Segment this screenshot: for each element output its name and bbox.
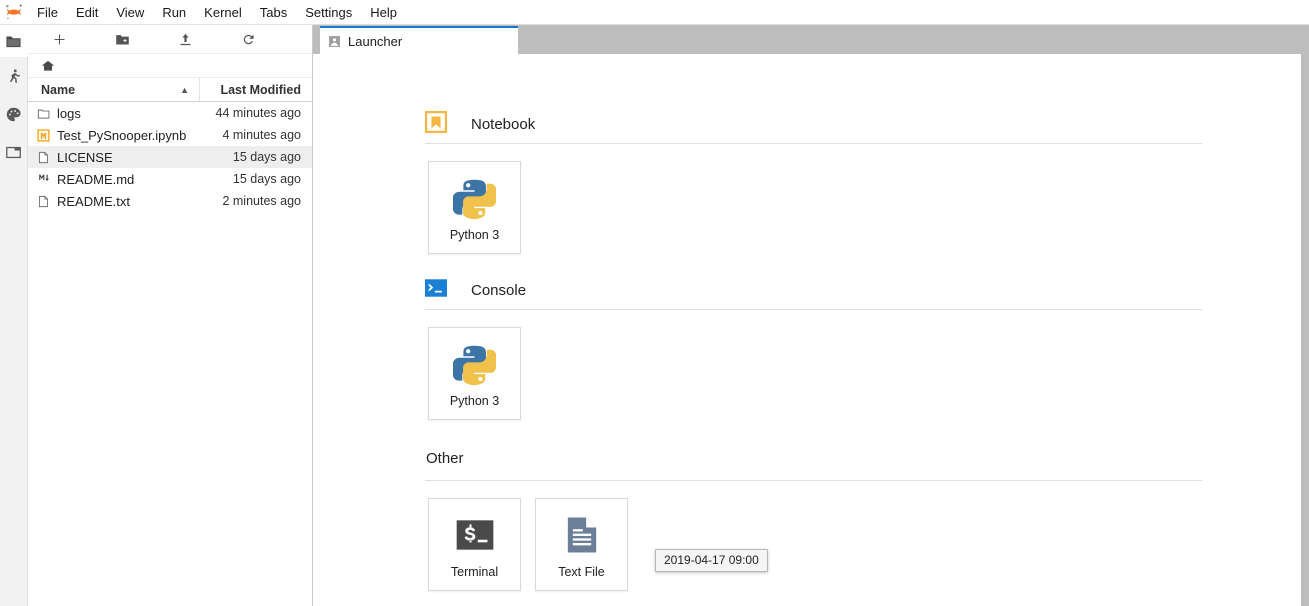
list-item[interactable]: LICENSE 15 days ago	[28, 146, 312, 168]
menu-item-tabs[interactable]: Tabs	[251, 0, 296, 25]
list-item[interactable]: Test_PySnooper.ipynb 4 minutes ago	[28, 124, 312, 146]
card-notebook-python3[interactable]: Python 3	[428, 161, 521, 254]
jupyterlab-window: File Edit View Run Kernel Tabs Settings …	[0, 0, 1309, 606]
notebook-icon	[28, 128, 52, 142]
card-console-python3[interactable]: Python 3	[428, 327, 521, 420]
file-name: README.txt	[57, 193, 130, 209]
section-notebook-header: Notebook	[313, 109, 1301, 139]
menu-item-edit[interactable]: Edit	[67, 0, 107, 25]
menu-item-kernel[interactable]: Kernel	[195, 0, 251, 25]
notebook-section-icon	[425, 110, 448, 138]
sort-ascending-icon: ▲	[180, 84, 189, 95]
folder-icon	[28, 107, 52, 120]
console-section-icon	[425, 277, 447, 304]
breadcrumb	[28, 54, 312, 78]
section-other: Other Terminal Text File	[313, 447, 1301, 591]
sidebar-item-running-sessions[interactable]	[0, 57, 28, 95]
text-file-icon	[562, 513, 602, 557]
dock-panel: Launcher Notebook Python 3 Console Pytho…	[313, 25, 1309, 606]
column-header-last-modified-label: Last Modified	[220, 82, 301, 97]
runner-icon	[9, 68, 20, 83]
menu-item-run[interactable]: Run	[153, 0, 195, 25]
new-folder-icon	[116, 34, 129, 44]
column-header-name[interactable]: Name ▲	[28, 78, 200, 101]
jupyter-logo-icon	[0, 0, 28, 25]
section-notebook-cards: Python 3	[313, 144, 1301, 254]
sidebar-item-command-palette[interactable]	[0, 95, 28, 133]
tabs-icon	[6, 146, 21, 158]
tab-bar: Launcher	[313, 25, 1309, 54]
card-terminal[interactable]: Terminal	[428, 498, 521, 591]
refresh-button[interactable]	[217, 25, 280, 53]
file-modified: 15 days ago	[232, 150, 301, 164]
file-list-header: Name ▲ Last Modified	[28, 78, 312, 102]
launcher-body: Notebook Python 3 Console Python 3 2019-…	[313, 54, 1301, 606]
launcher-icon	[328, 35, 341, 48]
file-name: README.md	[57, 171, 135, 187]
file-name: LICENSE	[57, 149, 113, 165]
file-name: logs	[57, 105, 81, 121]
section-notebook-title: Notebook	[471, 115, 536, 133]
file-icon	[28, 195, 52, 208]
sidebar-item-file-browser[interactable]	[0, 25, 28, 57]
menu-item-file[interactable]: File	[28, 0, 67, 25]
plus-icon	[54, 34, 65, 44]
card-label: Terminal	[450, 565, 499, 579]
new-launcher-button[interactable]	[28, 25, 91, 53]
column-header-last-modified[interactable]: Last Modified	[200, 78, 312, 101]
section-console-title: Console	[471, 281, 527, 299]
card-label: Python 3	[449, 394, 500, 408]
section-notebook: Notebook Python 3	[313, 109, 1301, 254]
python-logo-icon	[453, 176, 496, 220]
section-console-cards: Python 3	[313, 310, 1301, 420]
refresh-icon	[243, 34, 254, 44]
file-name: Test_PySnooper.ipynb	[57, 127, 187, 143]
file-modified: 44 minutes ago	[215, 106, 301, 120]
tab-launcher[interactable]: Launcher	[320, 26, 518, 54]
home-icon[interactable]	[41, 59, 55, 73]
list-item[interactable]: README.txt 2 minutes ago	[28, 190, 312, 212]
section-other-title: Other	[426, 450, 464, 467]
python-logo-icon	[453, 342, 496, 386]
file-browser-toolbar	[28, 25, 312, 54]
menu-item-settings[interactable]: Settings	[296, 0, 361, 25]
card-label: Text File	[558, 565, 605, 579]
new-folder-button[interactable]	[91, 25, 154, 53]
markdown-icon	[28, 173, 52, 186]
terminal-icon	[453, 513, 497, 557]
card-label: Python 3	[449, 228, 500, 242]
list-item[interactable]: README.md 15 days ago	[28, 168, 312, 190]
upload-icon	[180, 33, 191, 45]
section-other-cards: Terminal Text File	[313, 481, 1301, 591]
file-modified: 2 minutes ago	[222, 194, 301, 208]
launcher-panel: Notebook Python 3 Console Python 3 2019-…	[313, 54, 1301, 606]
section-console-header: Console	[313, 275, 1301, 305]
tab-label: Launcher	[348, 33, 403, 49]
menu-item-help[interactable]: Help	[361, 0, 406, 25]
file-icon	[28, 151, 52, 164]
sidebar-item-open-tabs[interactable]	[0, 133, 28, 171]
activity-bar	[0, 25, 28, 606]
file-modified: 15 days ago	[232, 172, 301, 186]
menu-item-view[interactable]: View	[107, 0, 153, 25]
card-text-file[interactable]: Text File	[535, 498, 628, 591]
file-modified: 4 minutes ago	[222, 128, 301, 142]
upload-files-button[interactable]	[154, 25, 217, 53]
file-list: logs 44 minutes ago Test_PySnooper.ipynb…	[28, 102, 312, 606]
menu-bar: File Edit View Run Kernel Tabs Settings …	[0, 0, 1309, 25]
section-console: Console Python 3 2019-04-17 09:00	[313, 275, 1301, 572]
list-item[interactable]: logs 44 minutes ago	[28, 102, 312, 124]
folder-icon	[6, 36, 21, 47]
palette-icon	[6, 107, 21, 121]
file-browser-panel: Name ▲ Last Modified logs 44 minutes ago	[28, 25, 313, 606]
column-header-name-label: Name	[41, 82, 76, 97]
